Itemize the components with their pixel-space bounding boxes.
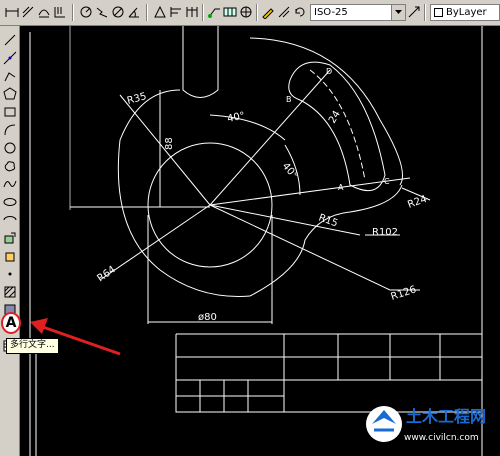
multiline-text-icon: A (5, 315, 17, 331)
highlight-arrow-icon (30, 318, 121, 356)
watermark-url: www.civilcn.com (404, 433, 479, 443)
watermark-title: 土木工程网 (406, 407, 486, 426)
tooltip-multiline-text: 多行文字... (6, 338, 59, 354)
multiline-text-button[interactable]: A (1, 312, 21, 334)
tooltip-text: 多行文字... (10, 340, 55, 350)
watermark: 土木工程网 www.civilcn.com (362, 398, 496, 450)
